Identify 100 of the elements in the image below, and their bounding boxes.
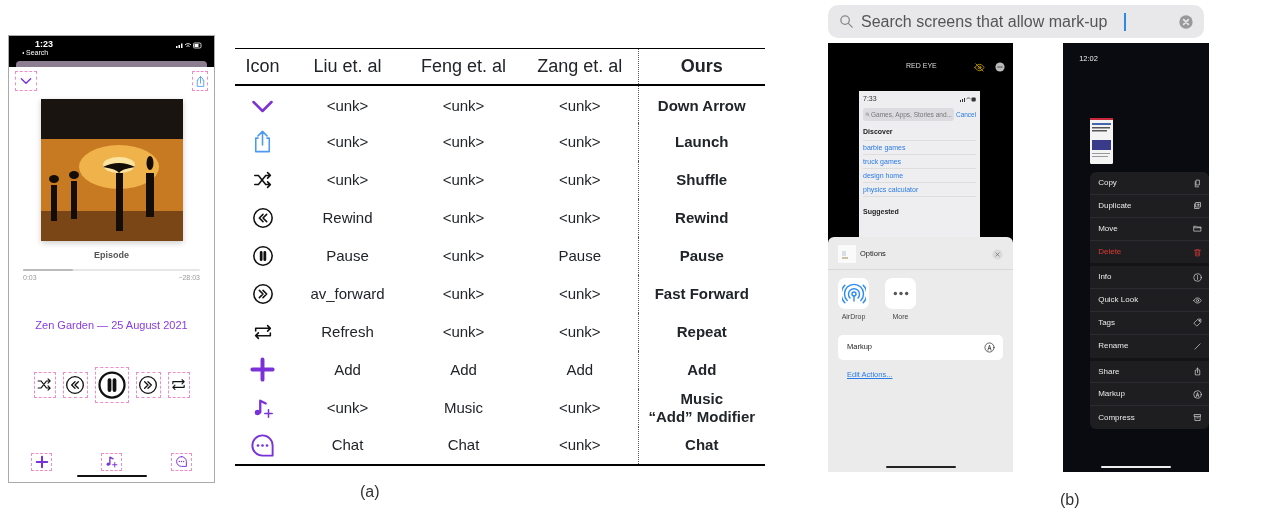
add-button[interactable] (31, 452, 52, 471)
table-cell: Repeat (638, 312, 765, 351)
table-cell: Pause (638, 236, 765, 275)
search-input[interactable]: Search screens that allow mark-up (861, 9, 1118, 34)
more-apps-button[interactable] (885, 278, 916, 309)
table-cell-text: <unk> (441, 283, 486, 304)
status-indicators-drawing (176, 42, 202, 49)
chat-button[interactable] (171, 452, 192, 471)
search-bar[interactable]: Search screens that allow mark-up (828, 5, 1204, 38)
share-icon (1193, 367, 1203, 376)
menu-item-label: Markup (1098, 388, 1125, 401)
rewind-icon (251, 206, 274, 229)
table-cell: <unk> (522, 84, 638, 123)
table-cell: Down Arrow (638, 84, 765, 123)
menu-item-label: Move (1098, 222, 1118, 235)
menu-item[interactable]: Markup (1090, 383, 1210, 407)
airdrop-button[interactable] (838, 278, 869, 309)
fast-forward-icon (138, 374, 158, 395)
table-cell-text: Add (333, 359, 362, 380)
fast-forward-button[interactable] (135, 371, 161, 398)
rewind-icon (65, 374, 85, 395)
table-cell: <unk> (522, 388, 638, 427)
menu-item[interactable]: Quick Look (1090, 289, 1210, 313)
hide-button[interactable] (974, 61, 986, 73)
add-music-button[interactable] (101, 452, 122, 471)
chat-bubble-icon (249, 431, 276, 459)
menu-item-label: Duplicate (1098, 199, 1132, 212)
table-cell-text: Add (449, 359, 478, 380)
search-icon (838, 13, 855, 30)
duplicate-icon (1193, 201, 1203, 211)
table-cell-text: <unk> (441, 131, 486, 152)
text-cursor (1124, 12, 1126, 31)
menu-item[interactable]: Share (1090, 360, 1210, 384)
table-cell-text: Music (442, 397, 485, 418)
menu-item-label: Rename (1098, 340, 1129, 353)
menu-item-label: Quick Look (1098, 294, 1139, 307)
menu-item[interactable]: Compress (1090, 406, 1210, 429)
more-button[interactable] (995, 62, 1006, 72)
table-cell: Chat (638, 426, 765, 465)
figure-caption: (a) (359, 481, 381, 502)
rewind-button[interactable] (62, 371, 88, 398)
clear-icon (1178, 13, 1194, 30)
table-cell: Fast Forward (638, 274, 765, 313)
pause-icon (96, 369, 127, 400)
chat-bubble-icon (175, 455, 188, 468)
table-cell-text: <unk> (441, 207, 486, 228)
menu-item[interactable]: Move (1090, 217, 1210, 241)
close-button[interactable] (992, 248, 1004, 260)
copy-icon (1193, 178, 1203, 188)
airdrop-icon (841, 281, 866, 306)
column-header: Feng et. al (405, 48, 522, 85)
show-title: Zen Garden — 25 August 2021 (34, 318, 189, 333)
menu-item[interactable]: Delete (1090, 240, 1210, 264)
table-cell-text: Refresh (320, 321, 375, 342)
eye-icon (1193, 295, 1203, 305)
column-header: Zang et. al (522, 48, 638, 85)
table-cell: Add (522, 350, 638, 389)
table-cell: Launch (638, 122, 765, 161)
table-cell: <unk> (290, 84, 405, 123)
info-icon (1193, 272, 1203, 282)
menu-item[interactable]: Rename (1090, 334, 1210, 358)
pen-tip-icon (1193, 389, 1203, 399)
tag-icon (1193, 318, 1203, 328)
menu-item[interactable]: Copy (1090, 172, 1210, 196)
shuffle-button[interactable] (33, 371, 56, 398)
repeat-icon (170, 376, 187, 393)
table-cell: Add (638, 350, 765, 389)
table-cell: Music “Add” Modifier (638, 388, 765, 427)
menu-item-label: Compress (1098, 411, 1135, 424)
pause-button[interactable] (94, 366, 129, 403)
eye-slash-icon (974, 61, 986, 73)
ellipsis-icon (892, 291, 909, 296)
back-triangle-icon (21, 51, 25, 55)
menu-item-label: Delete (1098, 246, 1122, 259)
table-cell: <unk> (522, 274, 638, 313)
table-cell: Rewind (638, 198, 765, 237)
column-header: Liu et. al (290, 48, 405, 85)
table-cell: <unk> (522, 122, 638, 161)
table-cell: Shuffle (638, 160, 765, 199)
home-indicator (76, 475, 147, 477)
menu-item[interactable]: Tags (1090, 312, 1210, 335)
collapse-button[interactable] (15, 71, 37, 91)
search-icon (865, 111, 870, 117)
table-cell: Chat (290, 426, 405, 465)
table-cell-text: <unk> (441, 245, 486, 266)
repeat-button[interactable] (167, 371, 190, 398)
fast-forward-icon (251, 282, 274, 305)
plus-icon (249, 356, 276, 383)
status-time: 1:23 (35, 39, 53, 49)
more-icon (995, 62, 1006, 72)
plus-icon (34, 454, 49, 469)
table-cell: <unk> (522, 312, 638, 351)
pause-icon (251, 244, 274, 267)
shuffle-icon (36, 376, 53, 393)
menu-item-label: Copy (1098, 177, 1117, 190)
home-indicator (885, 466, 956, 468)
menu-item[interactable]: Info (1090, 266, 1210, 290)
menu-item-label: Share (1098, 365, 1120, 378)
menu-item[interactable]: Duplicate (1090, 195, 1210, 218)
menu-item-label: Tags (1098, 316, 1116, 329)
